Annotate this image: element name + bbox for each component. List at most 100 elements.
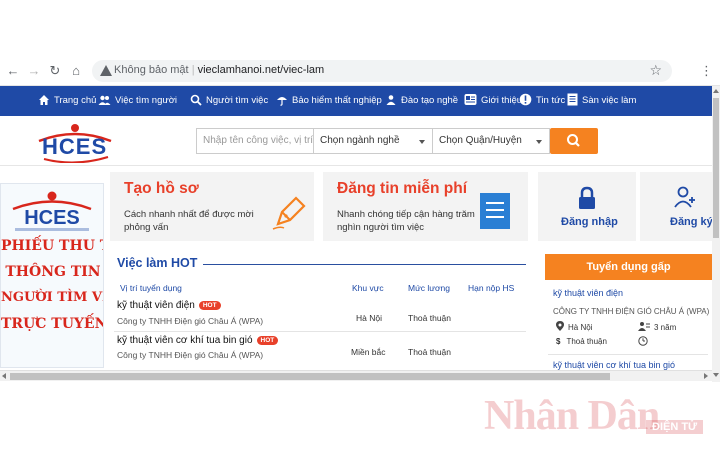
search-person-icon [190,94,202,106]
star-icon[interactable]: ☆ [649,62,662,79]
nav-item-insurance[interactable]: Bảo hiểm thất nghiệp [276,86,382,116]
back-arrow-icon[interactable]: ← [6,63,20,79]
site-logo[interactable]: HCES [36,123,114,164]
vertical-scroll-thumb[interactable] [713,98,719,238]
pen-icon [272,196,306,230]
watermark-logo: Nhân Dân [484,393,660,439]
home-icon [39,95,49,105]
logo-text: HCES [42,134,108,159]
hces-logo-icon: HCES [12,191,92,231]
experience-value: 3 năm [654,323,677,332]
scroll-up-arrow-icon[interactable] [713,89,719,93]
nav-item-training[interactable]: Đào tạo nghề [385,86,458,116]
nav-item-job-fair[interactable]: Sàn việc làm [567,86,636,116]
address-bar[interactable]: Không bảo mật | vieclamhanoi.net/viec-la… [92,60,672,82]
column-header-area: Khu vực [352,283,384,293]
search-icon [567,134,580,147]
news-icon [519,93,532,106]
info-icon [464,94,477,105]
login-label: Đăng nhập [561,216,618,228]
column-header-salary: Mức lương [408,283,450,293]
job-company: Công ty TNHH Điện gió Châu Á (WPA) [117,350,264,360]
lock-icon [579,186,595,209]
search-button[interactable] [550,128,598,154]
vertical-scrollbar[interactable] [712,86,720,382]
nav-label: Việc tìm người [115,95,178,106]
nav-label: Giới thiệu [481,95,523,106]
district-select[interactable]: Chọn Quận/Huyện [432,128,550,154]
job-title-link[interactable]: kỹ thuật viên cơ khí tua bin gió HOT [117,335,279,346]
forward-arrow-icon[interactable]: → [27,63,41,79]
site-header: HCES Nhập tên công việc, vị trí... Chọn … [0,116,712,166]
banner-line: THÔNG TIN [5,264,101,280]
nav-label: Người tìm việc [206,95,269,106]
dollar-icon: $ [556,337,561,346]
job-location: Miền bắc [351,347,386,357]
job-keyword-input[interactable]: Nhập tên công việc, vị trí... [196,128,314,154]
banner-line: NGƯỜI TÌM VIỆC [1,290,103,305]
urgent-job-link[interactable]: kỹ thuật viên cơ khí tua bin gió [553,360,675,370]
job-title-text: kỹ thuật viên cơ khí tua bin gió [117,335,253,346]
horizontal-scrollbar[interactable] [0,370,712,381]
hot-jobs-title: Việc làm HOT [117,256,198,270]
add-user-icon [674,186,695,208]
location-value: Hà Nội [568,323,593,332]
home-icon[interactable]: ⌂ [69,63,83,79]
nav-item-news[interactable]: Tin tức [519,86,565,116]
nav-label: Trang chủ [54,95,97,106]
svg-text:HCES: HCES [24,207,80,229]
location-meta: Hà Nội [556,321,592,332]
district-select-value: Chọn Quận/Huyện [439,135,522,146]
free-posting-card[interactable]: Đăng tin miễn phí Nhanh chóng tiếp cận h… [323,172,528,241]
nav-item-jobs[interactable]: Việc tìm người [98,86,177,116]
job-title-text: kỹ thuật viên điện [117,300,195,311]
job-title-link[interactable]: kỹ thuật viên điện HOT [117,300,221,311]
scroll-down-arrow-icon[interactable] [713,373,719,377]
training-icon [386,95,396,105]
keyword-placeholder: Nhập tên công việc, vị trí... [203,135,314,146]
watermark-subtitle: ĐIỆN TỬ [646,420,704,434]
urgent-recruitment-header: Tuyển dụng gấp [545,254,712,280]
hot-badge: HOT [256,336,279,345]
scroll-right-arrow-icon[interactable] [704,373,708,379]
industry-select-value: Chọn ngành nghề [320,135,400,146]
kebab-menu-icon[interactable]: ⋮ [700,63,713,79]
document-icon [567,93,578,106]
clock-icon [638,336,648,348]
users-icon [98,95,111,105]
job-company: Công ty TNHH Điện gió Châu Á (WPA) [117,316,264,326]
nav-item-job-seekers[interactable]: Người tìm việc [190,86,268,116]
industry-select[interactable]: Chọn ngành nghề [313,128,433,154]
nav-item-home[interactable]: Trang chủ [38,86,96,116]
hot-badge: HOT [198,301,221,310]
umbrella-icon [277,97,287,106]
reload-icon[interactable]: ↻ [48,63,62,79]
register-button[interactable]: Đăng ký [640,172,713,241]
create-profile-card[interactable]: Tạo hồ sơ Cách nhanh nhất để được mời ph… [110,172,314,241]
banner-line: PHIẾU THU THẬP [1,238,103,254]
warning-icon [100,65,112,76]
scroll-left-arrow-icon[interactable] [2,373,6,379]
url-text: vieclamhanoi.net/viec-lam [197,64,325,76]
job-location: Hà Nội [356,313,382,323]
experience-meta: 3 năm [638,321,676,332]
nav-label: Bảo hiểm thất nghiệp [292,95,382,106]
location-pin-icon [556,321,564,331]
job-salary: Thoả thuận [408,347,452,357]
chevron-down-icon [419,140,425,144]
card-title: Đăng tin miễn phí [337,180,468,197]
browser-toolbar: ← → ↻ ⌂ Không bảo mật | vieclamhanoi.net… [0,56,720,86]
chevron-down-icon [536,140,542,144]
urgent-job-link[interactable]: kỹ thuật viên điện [553,288,623,298]
nav-label: Tin tức [536,95,566,106]
card-description: Cách nhanh nhất để được mời phỏng vấn [124,209,254,233]
column-header-deadline: Hạn nộp HS [468,283,515,293]
job-seeker-form-banner[interactable]: HCES PHIẾU THU THẬP THÔNG TIN NGƯỜI TÌM … [0,183,104,368]
row-divider [548,354,708,355]
login-button[interactable]: Đăng nhập [538,172,636,241]
nav-label: Đào tạo nghề [401,95,459,106]
experience-icon [638,322,650,331]
nav-item-about[interactable]: Giới thiệu [464,86,522,116]
horizontal-scroll-thumb[interactable] [10,373,610,380]
address-text: Không bảo mật | vieclamhanoi.net/viec-la… [114,64,325,76]
